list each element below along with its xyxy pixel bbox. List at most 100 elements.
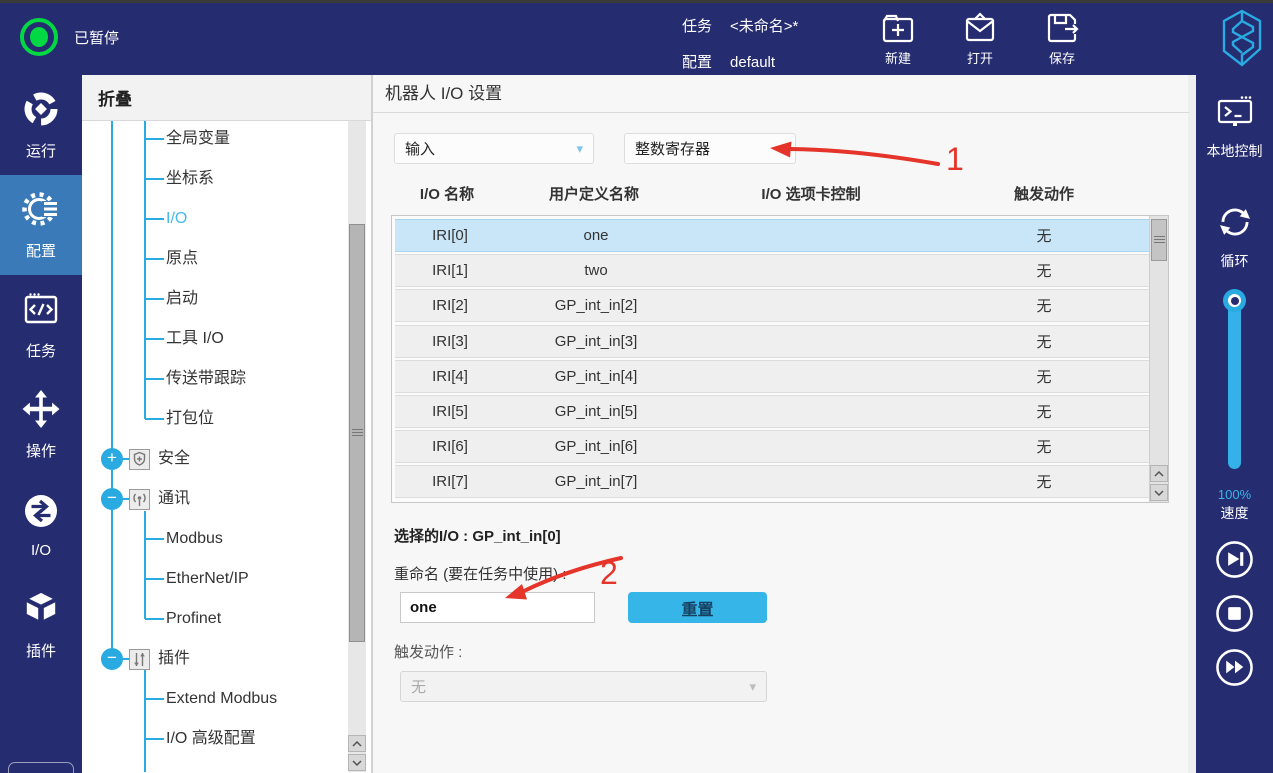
right-toolbar: 本地控制 循环 100% 速度 <box>1196 75 1273 773</box>
nav-item-task[interactable]: 任务 <box>0 275 82 375</box>
table-scroll-down-button[interactable] <box>1150 484 1168 501</box>
reset-button[interactable]: 重置 <box>628 592 767 623</box>
chevron-down-icon: ▾ <box>749 679 756 695</box>
tree-item-14[interactable]: Extend Modbus <box>166 688 277 710</box>
move-arrows-icon <box>21 389 61 433</box>
tree-item-6[interactable]: 传送带跟踪 <box>166 368 246 390</box>
left-nav-rail: 运行 配置 任务 操作 I/O 插件 <box>0 75 82 773</box>
tree-item-2[interactable]: I/O <box>166 208 187 230</box>
tree-item-5[interactable]: 工具 I/O <box>166 328 224 350</box>
io-table: IRI[0]one无IRI[1]two无IRI[2]GP_int_in[2]无I… <box>391 215 1169 503</box>
trigger-action-label: 触发动作 : <box>394 641 462 662</box>
new-button[interactable]: 新建 <box>880 10 916 67</box>
app-logo-icon <box>1220 7 1264 74</box>
tree-item-1[interactable]: 坐标系 <box>166 168 214 190</box>
tree-scrollbar-thumb[interactable] <box>349 224 365 642</box>
robot-status-icon <box>20 18 58 56</box>
nav-item-config[interactable]: 配置 <box>0 175 82 275</box>
tree-item-7[interactable]: 打包位 <box>166 408 214 430</box>
table-row-IRI[3][interactable]: IRI[3]GP_int_in[3]无 <box>395 325 1149 358</box>
nav-item-plugin[interactable]: 插件 <box>0 575 82 675</box>
table-scroll-up-button[interactable] <box>1150 465 1168 482</box>
speed-percentage: 100% <box>1196 487 1273 502</box>
loop-icon <box>1214 201 1256 246</box>
config-tree-panel: 折叠 全局变量坐标系 I/O 原点启动工具 I/O 传送带跟踪打包位 + 安全 − 通讯 Mod… <box>82 75 372 773</box>
speed-slider-thumb[interactable] <box>1223 289 1246 312</box>
nav-item-run[interactable]: 运行 <box>0 75 82 175</box>
stop-button[interactable] <box>1215 594 1254 633</box>
tree-item-11[interactable]: EtherNet/IP <box>166 568 249 590</box>
save-button[interactable]: 保存 <box>1044 10 1080 67</box>
tree-expander-collapsed[interactable]: + <box>101 448 123 470</box>
fast-forward-button[interactable] <box>1215 648 1254 687</box>
tree-scroll-down-button[interactable] <box>348 754 366 771</box>
io-swap-icon <box>21 491 61 535</box>
table-row-IRI[7][interactable]: IRI[7]GP_int_in[7]无 <box>395 465 1149 498</box>
tree-item-3[interactable]: 原点 <box>166 248 198 270</box>
speed-slider-track[interactable] <box>1228 303 1241 469</box>
step-to-end-button[interactable] <box>1215 540 1254 579</box>
tree-item-10[interactable]: Modbus <box>166 528 223 550</box>
config-tree-items: 全局变量坐标系 I/O 原点启动工具 I/O 传送带跟踪打包位 + 安全 − 通讯 Modbus… <box>82 121 372 772</box>
table-row-IRI[1][interactable]: IRI[1]two无 <box>395 254 1149 287</box>
save-icon <box>1044 10 1080 46</box>
sidebar-bottom-button[interactable] <box>8 762 74 773</box>
local-control-button[interactable]: 本地控制 <box>1196 95 1273 161</box>
task-label: 任务 <box>682 9 712 45</box>
io-table-header: I/O 名称用户定义名称I/O 选项卡控制触发动作 <box>391 183 1151 204</box>
table-row-IRI[5][interactable]: IRI[5]GP_int_in[5]无 <box>395 395 1149 428</box>
chevron-down-icon: ▾ <box>576 141 583 157</box>
io-direction-dropdown[interactable]: 输入 ▾ <box>394 133 594 164</box>
chevron-down-icon: ▾ <box>778 141 785 157</box>
collapse-tree-button[interactable]: 折叠 <box>82 75 371 121</box>
nav-item-io[interactable]: I/O <box>0 475 82 575</box>
tree-item-12[interactable]: Profinet <box>166 608 221 630</box>
cube-icon <box>21 589 61 633</box>
column-header: I/O 选项卡控制 <box>685 183 937 204</box>
local-control-icon <box>1214 95 1256 136</box>
io-table-body: IRI[0]one无IRI[1]two无IRI[2]GP_int_in[2]无I… <box>392 216 1149 502</box>
column-header: 触发动作 <box>937 183 1151 204</box>
column-header: I/O 名称 <box>391 183 503 204</box>
table-row-IRI[0][interactable]: IRI[0]one无 <box>395 219 1149 252</box>
tree-scroll-up-button[interactable] <box>348 735 366 752</box>
robot-status-text: 已暂停 <box>74 27 119 48</box>
gear-icon <box>21 189 61 233</box>
tree-item-15[interactable]: I/O 高级配置 <box>166 728 256 750</box>
tree-item-4[interactable]: 启动 <box>166 288 198 310</box>
tree-item-13[interactable]: 插件 <box>158 648 190 670</box>
selected-io-text: 选择的I/O : GP_int_in[0] <box>394 525 561 546</box>
config-name: default <box>730 45 775 81</box>
code-window-icon <box>21 289 61 333</box>
io-type-dropdown[interactable]: 整数寄存器 ▾ <box>624 133 796 164</box>
nav-item-move[interactable]: 操作 <box>0 375 82 475</box>
open-button[interactable]: 打开 <box>962 10 998 67</box>
sliders-icon <box>129 649 150 670</box>
shield-icon <box>129 449 150 470</box>
table-scrollbar-thumb[interactable] <box>1151 219 1167 261</box>
antenna-icon <box>129 489 150 510</box>
tree-expander-expanded[interactable]: − <box>101 488 123 510</box>
rename-label: 重命名 (要在任务中使用) : <box>394 563 567 584</box>
table-row-IRI[4][interactable]: IRI[4]GP_int_in[4]无 <box>395 360 1149 393</box>
speed-label: 速度 <box>1196 503 1273 523</box>
tree-item-8[interactable]: 安全 <box>158 448 190 470</box>
top-bar: 已暂停 任务<未命名>* 配置default 新建 打开 保存 <box>0 0 1273 75</box>
run-icon <box>21 89 61 133</box>
tree-scrollbar[interactable] <box>348 121 366 772</box>
config-label: 配置 <box>682 45 712 81</box>
trigger-action-dropdown[interactable]: 无 ▾ <box>400 671 767 702</box>
loop-mode-button[interactable]: 循环 <box>1196 201 1273 271</box>
column-header: 用户定义名称 <box>503 183 685 204</box>
tree-expander-expanded[interactable]: − <box>101 648 123 670</box>
new-file-icon <box>880 10 916 46</box>
table-row-IRI[6][interactable]: IRI[6]GP_int_in[6]无 <box>395 430 1149 463</box>
tree-item-0[interactable]: 全局变量 <box>166 128 230 150</box>
table-row-IRI[2][interactable]: IRI[2]GP_int_in[2]无 <box>395 289 1149 322</box>
tree-item-9[interactable]: 通讯 <box>158 488 190 510</box>
table-scrollbar[interactable] <box>1149 216 1168 502</box>
window-top-strip <box>0 0 1273 3</box>
rename-input[interactable] <box>400 592 595 623</box>
open-file-icon <box>962 10 998 46</box>
page-title: 机器人 I/O 设置 <box>385 75 502 112</box>
